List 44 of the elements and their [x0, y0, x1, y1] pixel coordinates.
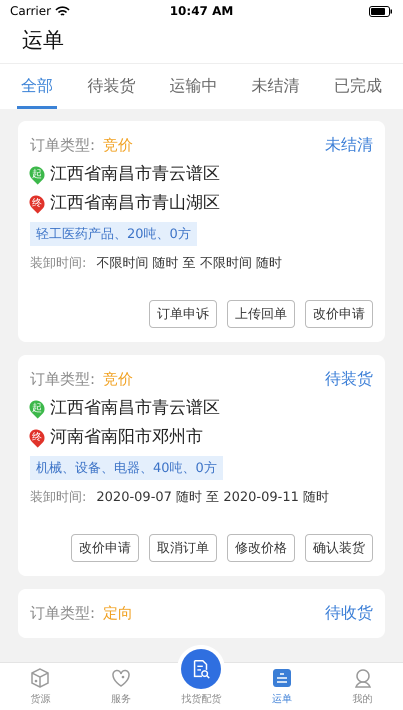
- type-label: 订单类型:: [30, 370, 96, 389]
- order-card[interactable]: 订单类型: 竞价 未结清 起 江西省南昌市青云谱区 终 江西省南昌市青山湖区 轻工医药产品、20吨、0方 装卸时间: 不限时间 随时 至 不限时间 随时 订单申诉 上传回单 改价申请: [18, 121, 385, 342]
- clock-time: 10:47 AM: [170, 4, 234, 18]
- time-label: 装卸时间:: [30, 489, 86, 506]
- time-label: 装卸时间:: [30, 255, 86, 272]
- action-button[interactable]: 取消订单: [149, 534, 217, 562]
- type-label: 订单类型:: [30, 136, 96, 155]
- cargo-tag: 机械、设备、电器、40吨、0方: [30, 456, 223, 480]
- nav-tab[interactable]: 找货配货: [161, 637, 242, 710]
- nav-tab[interactable]: 服务: [80, 663, 162, 710]
- wifi-icon: [55, 6, 70, 16]
- cargo-tag: 轻工医药产品、20吨、0方: [30, 222, 197, 246]
- destination-address: 河南省南阳市邓州市: [50, 426, 203, 448]
- order-status: 未结清: [325, 135, 373, 156]
- action-button[interactable]: 改价申请: [71, 534, 139, 562]
- action-button[interactable]: 订单申诉: [149, 300, 217, 328]
- action-button[interactable]: 上传回单: [227, 300, 295, 328]
- page-title: 运单: [21, 27, 65, 54]
- order-card[interactable]: 订单类型: 定向 待收货: [18, 589, 385, 638]
- action-button[interactable]: 改价申请: [305, 300, 373, 328]
- order-status: 待装货: [325, 369, 373, 390]
- carrier-name: Carrier: [10, 4, 52, 18]
- order-status: 待收货: [325, 603, 373, 624]
- load-time: 不限时间 随时 至 不限时间 随时: [96, 255, 282, 272]
- destination-address: 江西省南昌市青山湖区: [50, 192, 220, 214]
- filter-tab[interactable]: 全部: [17, 64, 58, 109]
- nav-tab[interactable]: 运单: [242, 663, 322, 710]
- order-type: 竞价: [103, 136, 134, 155]
- filter-tab[interactable]: 待装货: [83, 64, 140, 109]
- order-type: 定向: [103, 604, 134, 623]
- order-type: 竞价: [103, 370, 134, 389]
- filter-tab[interactable]: 未结清: [248, 64, 304, 109]
- action-button[interactable]: 确认装货: [305, 534, 373, 562]
- filter-tab[interactable]: 运输中: [165, 64, 222, 109]
- nav-tab[interactable]: 我的: [322, 663, 403, 710]
- type-label: 订单类型:: [30, 604, 96, 623]
- nav-tab[interactable]: 货源: [0, 663, 81, 710]
- filter-tab[interactable]: 已完成: [330, 64, 386, 109]
- origin-address: 江西省南昌市青云谱区: [50, 397, 220, 419]
- origin-address: 江西省南昌市青云谱区: [50, 163, 220, 185]
- battery-icon: [369, 6, 393, 16]
- action-button[interactable]: 修改价格: [227, 534, 295, 562]
- order-card[interactable]: 订单类型: 竞价 待装货 起 江西省南昌市青云谱区 终 河南省南阳市邓州市 机械、设备、电器、40吨、0方 装卸时间: 2020-09-07 随时 至 2020-09-11 随时 改价申请 取消订单 修改价格 确认装货: [18, 355, 385, 576]
- load-time: 2020-09-07 随时 至 2020-09-11 随时: [96, 489, 330, 506]
